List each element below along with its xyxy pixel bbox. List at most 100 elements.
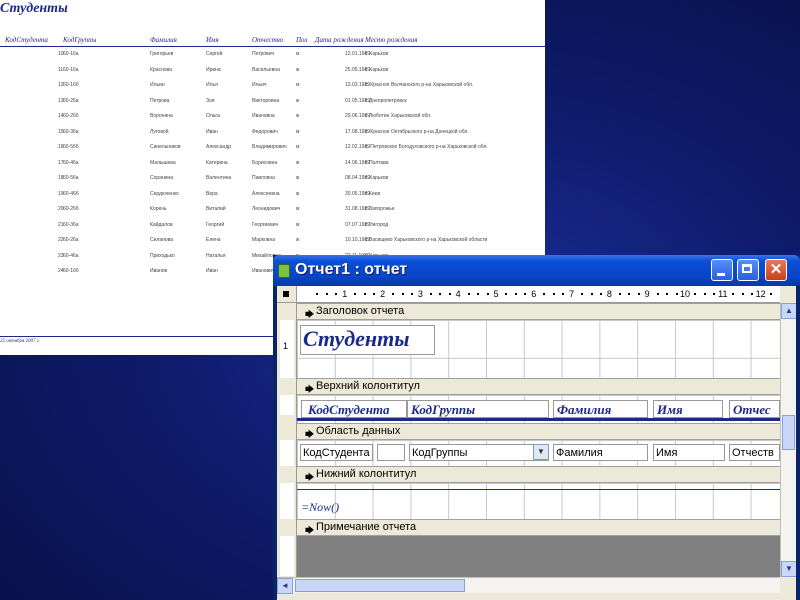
- ruler-tick: [656, 293, 659, 295]
- footer-date-expression[interactable]: =Now(): [301, 500, 371, 516]
- header-label-patronymic[interactable]: Отчес: [729, 400, 780, 418]
- close-button[interactable]: ✕: [765, 259, 787, 281]
- scroll-left-button[interactable]: ◄: [277, 578, 293, 594]
- combo-dropdown-button[interactable]: ▼: [533, 444, 549, 460]
- ruler-tick: [770, 293, 773, 295]
- maximize-icon: [742, 264, 752, 273]
- ruler-mark: 10: [679, 289, 691, 299]
- report-preview-column-headers: КодСтудента КодГруппы Фамилия Имя Отчест…: [0, 36, 545, 46]
- ruler-tick: [590, 293, 593, 295]
- ruler-tick: [335, 293, 338, 295]
- ruler-tick: [703, 293, 706, 295]
- report-cell: м: [296, 51, 300, 57]
- report-col-header: Фамилия: [150, 36, 177, 44]
- selector-square-icon: [283, 291, 289, 297]
- ruler-tick: [675, 293, 678, 295]
- vruler-page-header: [280, 395, 294, 415]
- report-row: 15 60-36а Луговой Иван Федорович м 17.08.1989 с…: [0, 127, 545, 143]
- report-footer-area[interactable]: [297, 536, 780, 577]
- report-cell: Корень: [150, 206, 167, 212]
- report-cell: Ольга: [206, 113, 220, 119]
- ruler-tick: [505, 293, 508, 295]
- ruler-mark: 1: [342, 289, 348, 299]
- report-col-header: Место рождения: [365, 36, 418, 44]
- minimize-button[interactable]: [711, 259, 733, 281]
- report-title-label[interactable]: Студенты: [300, 325, 435, 355]
- vruler-detail: [280, 440, 294, 466]
- report-cell: Виталий: [206, 206, 226, 212]
- band-page-header-label: Верхний колонтитул: [316, 380, 420, 392]
- band-page-footer[interactable]: 🡆 Нижний колонтитул: [297, 466, 780, 483]
- report-cell: Ильин: [150, 82, 165, 88]
- design-client-area: 1 2 3 4 5 6 7 8 9 10 11 12 1 🡆 Заголовок отчета Сту…: [277, 286, 796, 600]
- field-surname[interactable]: Фамилия: [553, 444, 648, 461]
- window-title-bar[interactable]: Отчет1 : отчет ✕: [273, 255, 800, 286]
- band-report-header[interactable]: 🡆 Заголовок отчета: [297, 303, 780, 320]
- ruler-tick: [599, 293, 602, 295]
- ruler-mark: 2: [380, 289, 386, 299]
- band-report-footer[interactable]: 🡆 Примечание отчета: [297, 519, 780, 536]
- report-cell: с.Васищево Харьковского р-на Харьковской…: [365, 237, 488, 243]
- report-cell: Борисовна: [252, 159, 278, 166]
- header-label-surname[interactable]: Фамилия: [553, 400, 648, 418]
- report-cell: Ивановна: [252, 113, 275, 119]
- footer-line[interactable]: [297, 489, 780, 490]
- scroll-up-button[interactable]: ▲: [781, 303, 796, 319]
- field-name[interactable]: Имя: [653, 444, 725, 461]
- report-col-header: Отчество: [252, 36, 284, 44]
- report-col-header: Дата рождения: [315, 36, 364, 44]
- ruler-mark: 8: [606, 289, 612, 299]
- report-cell: ж: [296, 66, 300, 73]
- ruler-tick: [552, 293, 555, 295]
- report-cell: Наталья: [206, 252, 226, 259]
- report-preview-rows: 10 60-16а Григорьев Сергей Петрович м 12.01.19…: [0, 49, 545, 282]
- report-design-window[interactable]: Отчет1 : отчет ✕ 1 2 3 4 5 6 7 8 9 10 11 12 1 🡆: [273, 255, 800, 600]
- report-cell: Петрова: [150, 97, 170, 104]
- report-cell: Приходько: [150, 252, 175, 259]
- field-student-id-extra[interactable]: [377, 444, 405, 461]
- vertical-scrollbar[interactable]: ▲ ▼: [780, 303, 796, 577]
- report-cell: м: [296, 144, 300, 150]
- report-cell: Иван: [206, 268, 218, 274]
- report-cell: м: [296, 82, 300, 88]
- report-cell: с. Красное Волчанского р-на Харьковской …: [365, 82, 474, 88]
- report-cell: 60-16б: [63, 82, 79, 88]
- report-cell: 60-16а: [63, 66, 79, 73]
- horizontal-scroll-thumb[interactable]: [295, 579, 465, 592]
- report-cell: ж: [296, 175, 300, 181]
- band-report-footer-label: Примечание отчета: [316, 521, 417, 533]
- report-cell: Ирина: [206, 66, 221, 73]
- header-label-name[interactable]: Имя: [653, 400, 723, 418]
- band-detail[interactable]: 🡆 Область данных: [297, 423, 780, 440]
- report-cell: Ильич: [252, 82, 267, 88]
- band-detail-label: Область данных: [316, 425, 401, 437]
- report-cell: м: [296, 221, 300, 228]
- design-canvas[interactable]: 🡆 Заголовок отчета Студенты 🡆 Верхний ко…: [297, 303, 780, 577]
- ruler-tick: [618, 293, 621, 295]
- band-page-header[interactable]: 🡆 Верхний колонтитул: [297, 378, 780, 395]
- field-group-id[interactable]: КодГруппы: [409, 444, 549, 461]
- report-cell: г. Запорожье: [365, 206, 395, 212]
- ruler-mark: 9: [644, 289, 650, 299]
- report-cell: Федорович: [252, 128, 278, 135]
- report-cell: Елена: [206, 237, 221, 243]
- header-label-group-id[interactable]: КодГруппы: [407, 400, 549, 418]
- field-patronymic[interactable]: Отчеств: [729, 444, 780, 461]
- scroll-down-button[interactable]: ▼: [781, 561, 796, 577]
- report-cell: 60-16б: [63, 268, 79, 274]
- horizontal-scrollbar[interactable]: ◄: [277, 577, 780, 594]
- field-student-id[interactable]: КодСтудента: [300, 444, 373, 461]
- vertical-scroll-thumb[interactable]: [782, 415, 795, 450]
- maximize-button[interactable]: [737, 259, 759, 281]
- horizontal-ruler[interactable]: 1 2 3 4 5 6 7 8 9 10 11 12: [297, 286, 780, 303]
- report-cell: 60-46б: [63, 190, 79, 197]
- vertical-ruler[interactable]: 1: [277, 303, 297, 577]
- header-label-student-id[interactable]: КодСтудента: [301, 400, 407, 418]
- vruler-report-footer: [280, 536, 294, 576]
- report-cell: 60-26б: [63, 113, 79, 119]
- ruler-tick: [562, 293, 565, 295]
- report-cell: Силанова: [150, 237, 174, 243]
- report-cell: Илья: [206, 82, 218, 88]
- header-underline[interactable]: [297, 418, 780, 421]
- report-selector[interactable]: [277, 286, 297, 303]
